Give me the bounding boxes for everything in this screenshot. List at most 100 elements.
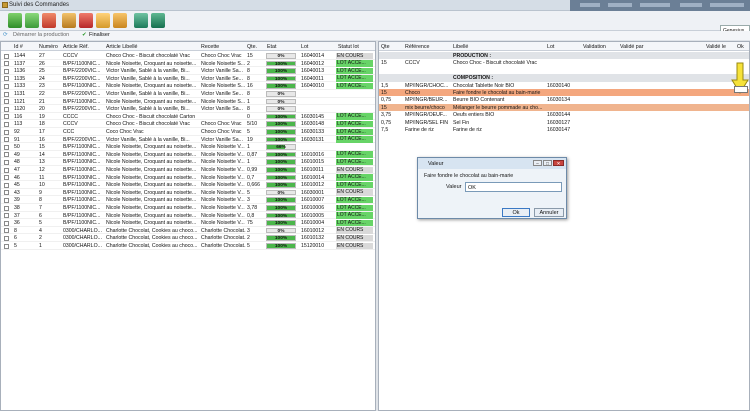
table-row[interactable]: 5 1 0300/CHARLO... Charlotte Chocolat, Cook…: [1, 242, 375, 250]
table-row[interactable]: 43 9 B/PF/1100NIC... Nicole Noisette, Croqu…: [1, 189, 375, 197]
orders-col-header[interactable]: Numéro: [39, 44, 58, 50]
recipe-row[interactable]: 1,5 MP/INGR/CHOC... Chocolat Tablette Noir…: [379, 82, 749, 89]
row-checkbox[interactable]: [4, 243, 9, 249]
row-checkbox[interactable]: [4, 68, 9, 74]
table-row[interactable]: 1121 21 B/PF/1100NIC... Nicole Noisette, Cr…: [1, 98, 375, 106]
orders-col-header[interactable]: Article Réf.: [63, 44, 89, 50]
minimize-icon[interactable]: –: [533, 160, 542, 166]
recipe-col-header[interactable]: Lot: [547, 44, 554, 50]
box-icon[interactable]: [62, 13, 76, 28]
recipe-row[interactable]: 0,75 MP/INGR/BEUR... Beurre BIO Contenant 1…: [379, 96, 749, 103]
table-row[interactable]: 39 8 B/PF/1100NIC... Nicole Noisette, Croqu…: [1, 196, 375, 204]
row-checkbox[interactable]: [4, 205, 9, 211]
refresh-icon[interactable]: ⟳: [3, 32, 8, 38]
section-row[interactable]: PRODUCTION :: [379, 52, 749, 60]
recipe-row[interactable]: 15 Choco Faire fondre le chocolat au bain-…: [379, 89, 749, 97]
edit-order-icon[interactable]: [25, 13, 39, 28]
row-checkbox[interactable]: [4, 61, 9, 67]
recipe-row[interactable]: [379, 67, 749, 74]
row-checkbox[interactable]: [4, 114, 9, 120]
row-checkbox[interactable]: [4, 53, 9, 59]
orders-col-header[interactable]: Id #: [14, 44, 23, 50]
table-row[interactable]: 48 13 B/PF/1100NIC... Nicole Noisette, Croq…: [1, 158, 375, 166]
row-checkbox[interactable]: [4, 220, 9, 226]
row-checkbox[interactable]: [4, 175, 9, 181]
table-row[interactable]: 116 19 CCCC Choco Choc - Biscuit chocolaté …: [1, 113, 375, 121]
archive-icon[interactable]: [113, 13, 127, 28]
orders-col-header[interactable]: Qte.: [247, 44, 257, 50]
table-row[interactable]: 37 6 B/PF/1100NIC... Nicole Noisette, Croqu…: [1, 212, 375, 220]
table-row[interactable]: 1131 22 B/PF/2200VIC... Victor Vanille, Sab…: [1, 90, 375, 98]
row-checkbox[interactable]: [4, 76, 9, 82]
new-order-icon[interactable]: [8, 13, 22, 28]
table-row[interactable]: 1137 26 B/PF/1100NIC... Nicole Noisette, Cr…: [1, 60, 375, 68]
close-icon[interactable]: ✕: [553, 160, 564, 166]
delivery-icon[interactable]: [151, 13, 165, 28]
table-row[interactable]: 1135 24 B/PF/2200VIC... Victor Vanille, Sab…: [1, 75, 375, 83]
recipe-col-header[interactable]: Validé le: [706, 44, 726, 50]
table-row[interactable]: 46 11 B/PF/1100NIC... Nicole Noisette, Croq…: [1, 174, 375, 182]
orders-col-header[interactable]: Statut lot: [338, 44, 359, 50]
table-row[interactable]: 49 14 B/PF/1100NIC... Nicole Noisette, Croq…: [1, 151, 375, 159]
orders-col-header[interactable]: Etat: [267, 44, 276, 50]
recipe-row[interactable]: 15 mix beurre/choco Mélanger le beurre pom…: [379, 103, 749, 112]
row-checkbox[interactable]: [4, 83, 9, 89]
table-row[interactable]: 91 16 B/PF/2200VIC... Victor Vanille, Sablé…: [1, 136, 375, 144]
row-checkbox[interactable]: [4, 228, 9, 234]
section-row[interactable]: COMPOSITION :: [379, 74, 749, 82]
table-row[interactable]: 1133 23 B/PF/1100NIC... Nicole Noisette, Cr…: [1, 82, 375, 90]
table-row[interactable]: 8 4 0300/CHARLO... Charlotte Chocolat, Cook…: [1, 227, 375, 235]
row-checkbox[interactable]: [4, 190, 9, 196]
dialog-value-input[interactable]: OK: [465, 182, 562, 192]
truck-icon[interactable]: [134, 13, 148, 28]
row-checkbox[interactable]: [4, 91, 9, 97]
maximize-icon[interactable]: □: [543, 160, 552, 166]
row-checkbox[interactable]: [4, 197, 9, 203]
orders-col-header[interactable]: Lot: [301, 44, 308, 50]
row-checkbox[interactable]: [4, 167, 9, 173]
status-badge: EN COURS: [336, 227, 373, 234]
gift-icon[interactable]: [79, 13, 93, 28]
recipe-row[interactable]: 3,75 MP/INGR/OEUF... Oeufs entiers BIO 1603…: [379, 111, 749, 118]
table-row[interactable]: 92 17 CCC Coco Choc Vrac Choco Choc Vrac 5 160…: [1, 128, 375, 136]
recipe-col-header[interactable]: Référence: [405, 44, 429, 50]
recipe-row[interactable]: 7,5 Farine de riz Farine de riz 16030147: [379, 126, 749, 133]
orders-col-header[interactable]: Article Libellé: [106, 44, 138, 50]
recipe-row[interactable]: 15 CCCV Choco Choc - Biscuit chocolaté Vra…: [379, 59, 749, 66]
row-checkbox[interactable]: [4, 159, 9, 165]
finish-button[interactable]: Finaliser: [89, 32, 110, 38]
table-row[interactable]: 113 18 CCCV Choco Choc - Biscuit chocolaté …: [1, 120, 375, 128]
row-checkbox[interactable]: [4, 99, 9, 105]
table-row[interactable]: 1120 20 B/PF/2200VIC... Victor Vanille, Sab…: [1, 105, 375, 113]
recipe-col-header[interactable]: Qte: [381, 44, 390, 50]
table-row[interactable]: 45 10 B/PF/1100NIC... Nicole Noisette, Croq…: [1, 181, 375, 189]
recipe-col-header[interactable]: Libellé: [453, 44, 468, 50]
row-checkbox[interactable]: [4, 144, 9, 150]
recipe-row[interactable]: 0,75 MP/INGR/SEL FIN Sel Fin 16030127: [379, 119, 749, 126]
row-checkbox[interactable]: [4, 137, 9, 143]
ok-cell-input[interactable]: [734, 86, 748, 93]
table-row[interactable]: 38 7 B/PF/1100NIC... Nicole Noisette, Croqu…: [1, 204, 375, 212]
recipe-col-header[interactable]: Ok: [737, 44, 744, 50]
table-row[interactable]: 6 2 0300/CHARLO... Charlotte Chocolat, Cook…: [1, 234, 375, 242]
row-checkbox[interactable]: [4, 182, 9, 188]
row-checkbox[interactable]: [4, 106, 9, 112]
start-production-button[interactable]: Démarrer la production: [13, 32, 69, 38]
row-checkbox[interactable]: [4, 152, 9, 158]
table-row[interactable]: 36 5 B/PF/1100NIC... Nicole Noisette, Croqu…: [1, 219, 375, 227]
dialog-ok-button[interactable]: Ok: [502, 208, 530, 217]
orders-col-header[interactable]: Recette: [201, 44, 219, 50]
folder-icon[interactable]: [96, 13, 110, 28]
row-checkbox[interactable]: [4, 213, 9, 219]
row-checkbox[interactable]: [4, 235, 9, 241]
dialog-cancel-button[interactable]: Annuler: [534, 208, 564, 217]
table-row[interactable]: 50 15 B/PF/1100NIC... Nicole Noisette, Croq…: [1, 143, 375, 151]
recipe-col-header[interactable]: Validation: [583, 44, 606, 50]
row-checkbox[interactable]: [4, 129, 9, 135]
row-checkbox[interactable]: [4, 121, 9, 127]
table-row[interactable]: 47 12 B/PF/1100NIC... Nicole Noisette, Croq…: [1, 166, 375, 174]
delete-order-icon[interactable]: [42, 13, 56, 28]
recipe-col-header[interactable]: Validé par: [620, 44, 643, 50]
table-row[interactable]: 1144 27 CCCV Choco Choc - Biscuit chocolaté…: [1, 52, 375, 60]
table-row[interactable]: 1136 25 B/PF/2200VIC... Victor Vanille, Sab…: [1, 67, 375, 75]
